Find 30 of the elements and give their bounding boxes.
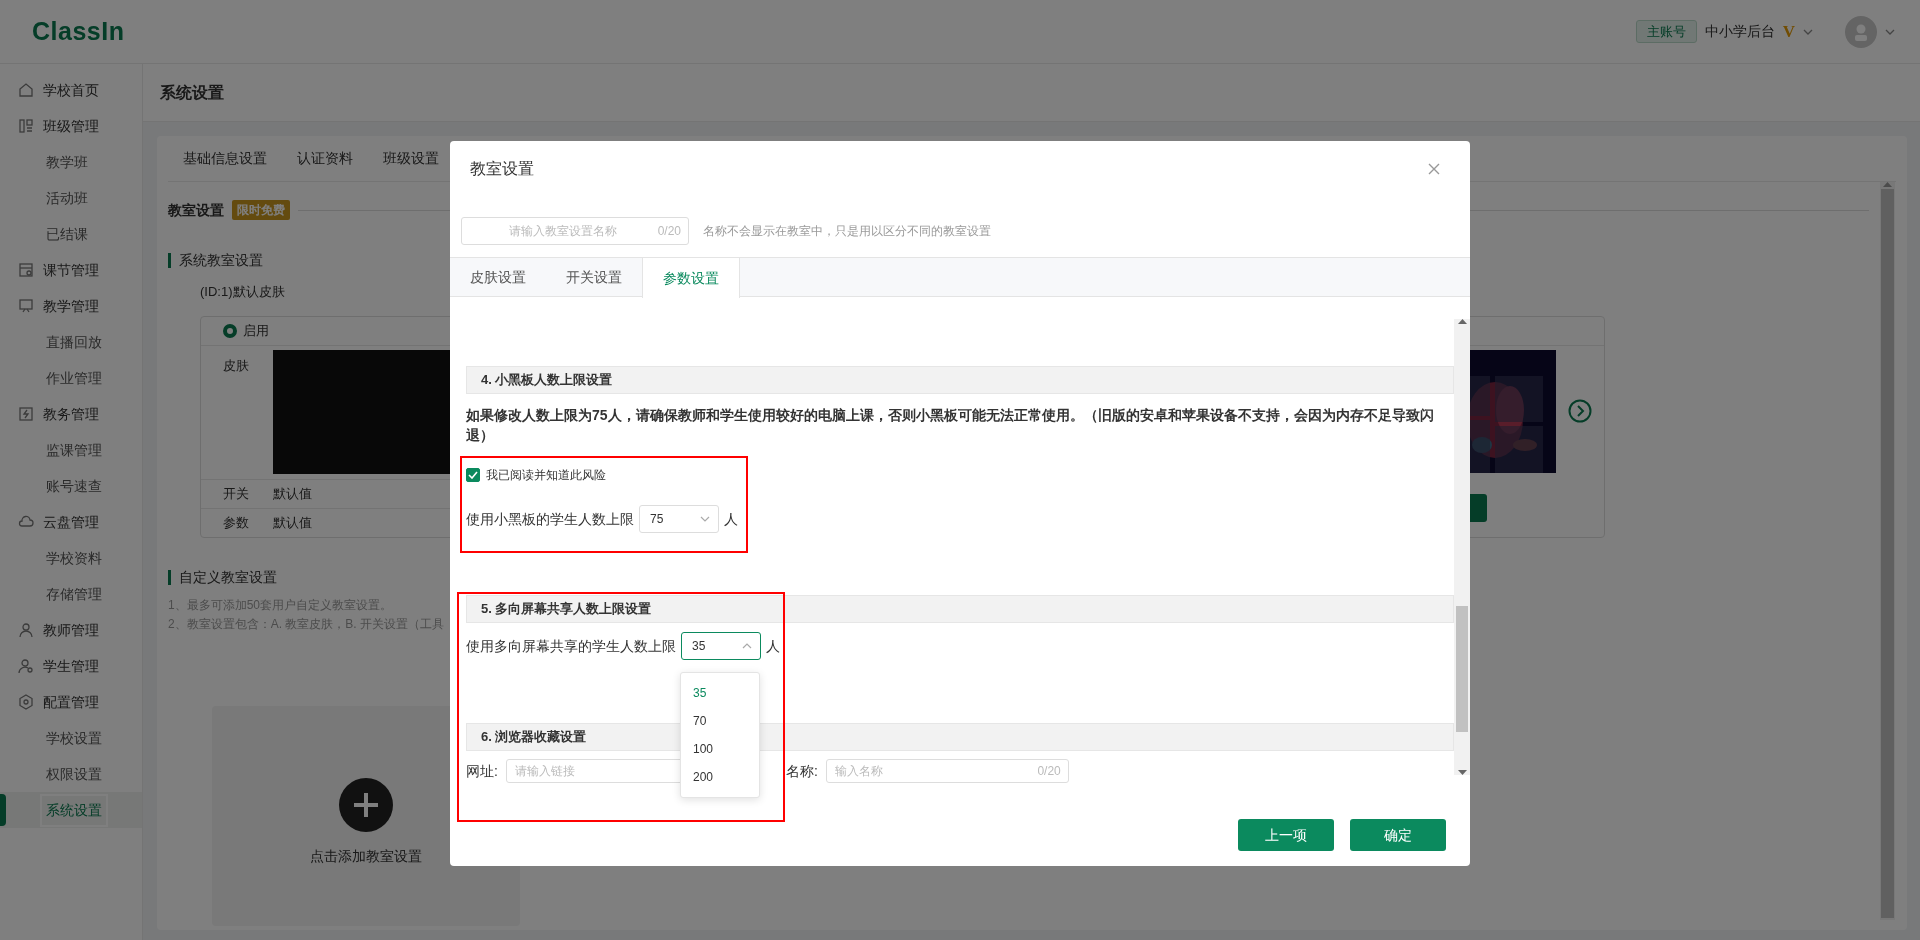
radio-label: 启用 xyxy=(243,321,269,340)
section-title: 系统教室设置 xyxy=(168,252,263,268)
warning-text: 如果修改人数上限为75人，请确保教师和学生使用较好的电脑上课，否则小黑板可能无法正常使用。（旧版的安卓和苹果设备不支持，会因为内存不足导致闪退） xyxy=(466,406,1435,445)
hint-text: 名称不会显示在教室中，只是用以区分不同的教室设置 xyxy=(703,223,991,240)
field-label: 名称: xyxy=(785,761,818,781)
row-value: 默认值 xyxy=(273,484,312,503)
char-counter: 0/20 xyxy=(1037,763,1061,780)
skin-name: (ID:1)默认皮肤 xyxy=(200,283,286,301)
logo: ClassIn xyxy=(32,15,125,47)
school-name: 中小学后台 xyxy=(1704,22,1775,41)
section-header: 5. 多向屏幕共享人数上限设置 xyxy=(466,595,1454,623)
field-label: 使用多向屏幕共享的学生人数上限 xyxy=(466,636,676,656)
section-title: 自定义教室设置 xyxy=(168,570,277,585)
unit-label: 人 xyxy=(724,509,738,529)
row-label: 参数 xyxy=(223,513,250,532)
page-title: 系统设置 xyxy=(143,64,1920,122)
row-value: 默认值 xyxy=(273,513,312,532)
section-header: 4. 小黑板人数上限设置 xyxy=(466,366,1454,394)
char-counter: 0/20 xyxy=(657,223,681,240)
section-title: 教室设置 xyxy=(168,200,224,220)
row-label: 开关 xyxy=(223,484,250,503)
vip-mark: V xyxy=(1782,20,1795,43)
row-label: 皮肤 xyxy=(223,356,250,375)
free-badge: 限时免费 xyxy=(232,200,290,220)
unit-label: 人 xyxy=(766,636,780,656)
dialog-title: 教室设置 xyxy=(470,159,534,179)
account-badge: 主账号 xyxy=(1635,19,1697,44)
field-label: 使用小黑板的学生人数上限 xyxy=(466,509,634,529)
checkbox-label: 我已阅读并知道此风险 xyxy=(486,467,606,484)
field-label: 网址: xyxy=(466,761,498,781)
